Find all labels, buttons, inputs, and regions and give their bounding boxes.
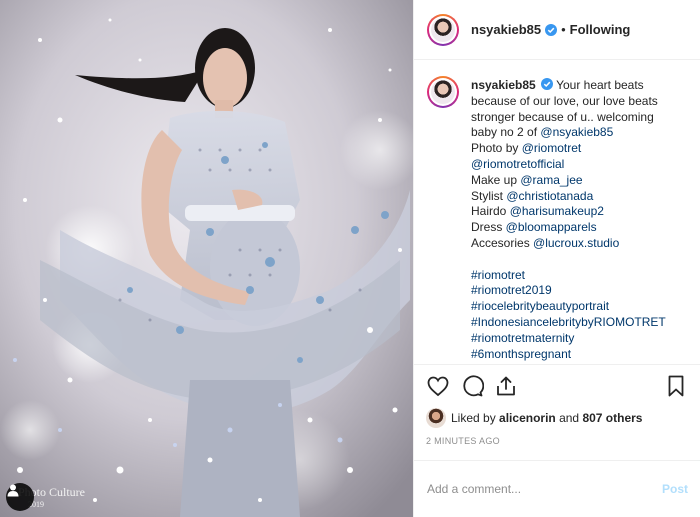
caption-username[interactable]: nsyakieb85 — [471, 78, 536, 92]
post-photo[interactable]: Photo Culture 2019 — [0, 0, 413, 517]
caption-comment: nsyakieb85 Your heart beats because of o… — [427, 76, 687, 362]
caption-line: Photo by @riomotret — [471, 141, 666, 157]
watermark-year: 2019 — [28, 500, 44, 509]
hashtag-link[interactable]: #riomotret2019 — [471, 283, 666, 299]
caption-text-segment: Hairdo — [471, 204, 510, 219]
post-timestamp[interactable]: 2 MINUTES AGO — [426, 436, 688, 446]
bookmark-icon[interactable] — [664, 374, 688, 398]
comment-icon[interactable] — [460, 374, 484, 398]
caption-line: Dress @bloomapparels — [471, 220, 666, 236]
add-comment-bar: Post — [414, 460, 700, 517]
mention-link[interactable]: @lucroux.studio — [533, 236, 619, 250]
likes-prefix: Liked by — [451, 411, 496, 425]
caption-text-segment: baby no 2 of — [471, 125, 541, 140]
post-side-panel: nsyakieb85 • Following nsyakieb85 Your h… — [413, 0, 700, 517]
likes-and: and — [559, 411, 580, 425]
caption-text-segment: Make up — [471, 172, 521, 187]
hashtag-link[interactable]: #riomotretmaternity — [471, 331, 666, 347]
caption-text-segment: because of our love, our love beats — [471, 93, 658, 108]
caption-line: Stylist @christiotanada — [471, 189, 666, 205]
mention-link[interactable]: @nsyakieb85 — [540, 125, 613, 139]
hashtag-link[interactable]: #6monthspregnant — [471, 347, 666, 363]
caption-text-segment: Stylist — [471, 188, 507, 203]
likes-row: Liked by alicenorin and 807 others — [426, 408, 688, 428]
post-actions: Liked by alicenorin and 807 others 2 MIN… — [414, 364, 700, 460]
caption-line: baby no 2 of @nsyakieb85 — [471, 125, 666, 141]
instagram-post: Photo Culture 2019 nsyakieb85 • Followin… — [0, 0, 700, 517]
caption-text-segment: Your heart beats — [556, 78, 644, 92]
caption-text-segment: Accesories — [471, 235, 534, 250]
post-header: nsyakieb85 • Following — [414, 0, 700, 60]
comments-section: nsyakieb85 Your heart beats because of o… — [414, 60, 700, 364]
likes-text: Liked by alicenorin and 807 others — [451, 411, 642, 425]
share-icon[interactable] — [494, 374, 518, 398]
caption-text-segment: Dress — [471, 220, 506, 235]
hashtag-link[interactable]: #IndonesiancelebritybyRIOMOTRET — [471, 315, 666, 331]
tagged-users-button[interactable] — [6, 483, 34, 511]
mention-link[interactable]: @christiotanada — [506, 189, 593, 203]
caption-line: Accesories @lucroux.studio — [471, 236, 666, 252]
header-separator: • — [561, 22, 566, 37]
caption-line: stronger because of u.. welcoming — [471, 110, 666, 126]
mention-link[interactable]: @riomotret — [522, 141, 582, 155]
author-username[interactable]: nsyakieb85 — [471, 22, 541, 37]
caption-text: nsyakieb85 Your heart beats because of o… — [471, 78, 666, 362]
mention-link[interactable]: @harisumakeup2 — [510, 204, 604, 218]
following-button[interactable]: Following — [570, 22, 631, 37]
hashtag-link[interactable]: #riomotret — [471, 268, 666, 284]
verified-badge-icon — [541, 78, 554, 90]
caption-line: @riomotretofficial — [471, 157, 666, 173]
caption-author-avatar[interactable] — [427, 76, 459, 108]
caption-line: nsyakieb85 Your heart beats — [471, 78, 666, 94]
post-comment-button[interactable]: Post — [662, 482, 688, 496]
action-icons-row — [426, 373, 688, 399]
mention-link[interactable]: @bloomapparels — [506, 220, 597, 234]
photo-illustration — [0, 0, 413, 517]
caption-text-segment: stronger because of u.. welcoming — [471, 109, 654, 124]
heart-icon[interactable] — [426, 374, 450, 398]
verified-badge-icon — [545, 23, 558, 36]
hashtag-link[interactable]: #riocelebritybeautyportrait — [471, 299, 666, 315]
caption-line: because of our love, our love beats — [471, 94, 666, 110]
caption-text-segment: Photo by — [471, 141, 522, 156]
mention-link[interactable]: @rama_jee — [520, 173, 582, 187]
author-avatar[interactable] — [427, 13, 459, 46]
likes-count[interactable]: 807 others — [582, 411, 642, 425]
caption-line: Hairdo @harisumakeup2 — [471, 204, 666, 220]
liker-username[interactable]: alicenorin — [499, 411, 556, 425]
mention-link[interactable]: @riomotretofficial — [471, 157, 564, 171]
caption-line: Make up @rama_jee — [471, 173, 666, 189]
user-icon — [7, 484, 19, 497]
comment-input[interactable] — [427, 482, 662, 496]
liker-avatar[interactable] — [426, 408, 446, 428]
